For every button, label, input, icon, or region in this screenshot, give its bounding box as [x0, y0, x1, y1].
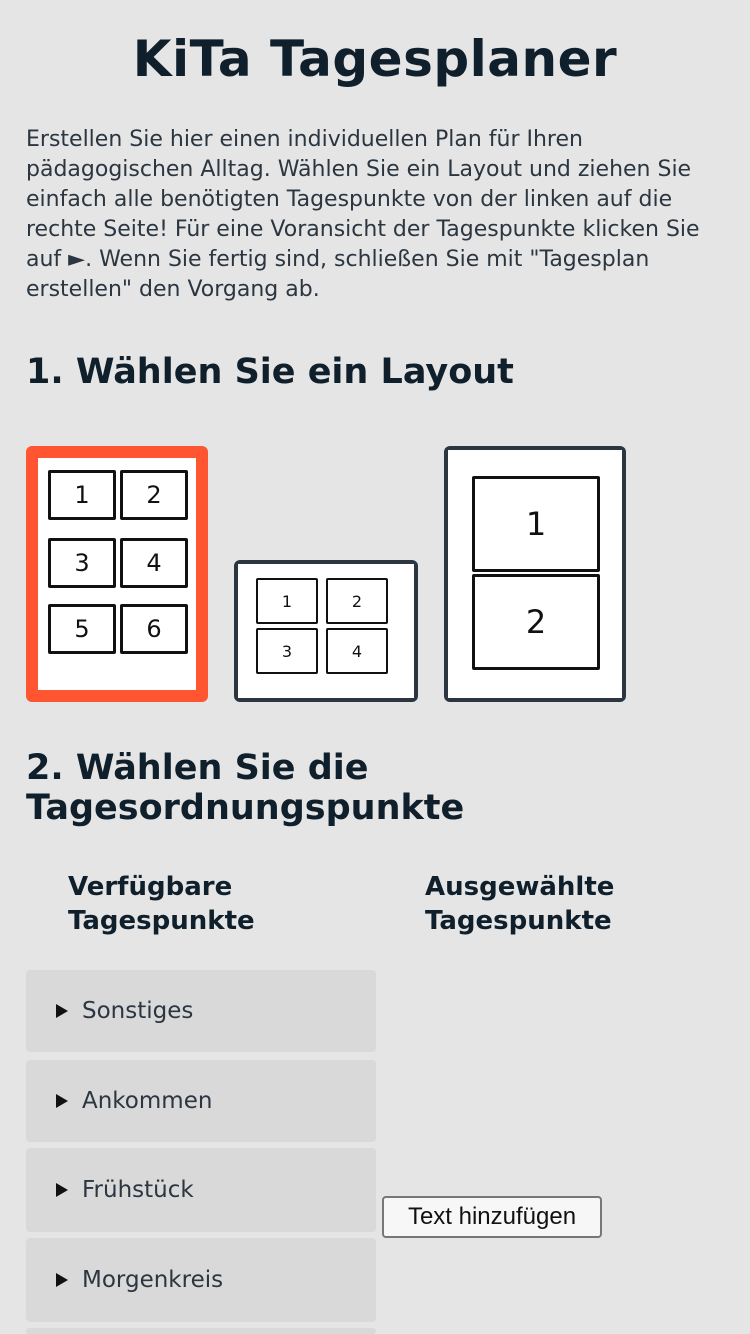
add-text-button[interactable]: Text hinzufügen [382, 1196, 602, 1238]
category-sonstiges[interactable]: Sonstiges [26, 970, 376, 1052]
layout-cell: 1 [472, 476, 600, 572]
layout-cell: 2 [326, 578, 388, 624]
available-items-heading: Verfügbare Tagespunkte [68, 870, 255, 938]
layout-cell: 5 [48, 604, 116, 654]
layout-cell: 4 [326, 628, 388, 674]
available-items-heading-line: Verfügbare [68, 872, 233, 902]
layout-preview: 1 2 3 4 [238, 564, 414, 698]
layout-cell: 2 [120, 470, 188, 520]
triangle-right-icon[interactable] [56, 1094, 68, 1108]
layout-cell: 3 [256, 628, 318, 674]
triangle-right-icon[interactable] [56, 1004, 68, 1018]
category-label: Morgenkreis [82, 1267, 224, 1293]
selected-items-heading-line: Tagespunkte [425, 906, 612, 936]
available-items-heading-line: Tagespunkte [68, 906, 255, 936]
layout-section-heading: 1. Wählen Sie ein Layout [26, 352, 514, 392]
layout-option-six[interactable]: 1 2 3 4 5 6 [26, 446, 208, 702]
intro-text: Erstellen Sie hier einen individuellen P… [26, 127, 700, 302]
category-label: Frühstück [82, 1177, 194, 1203]
layout-cell: 1 [48, 470, 116, 520]
layout-cell: 3 [48, 538, 116, 588]
category-next-partial[interactable] [26, 1328, 376, 1334]
layout-cell: 4 [120, 538, 188, 588]
layout-option-four[interactable]: 1 2 3 4 [234, 560, 418, 702]
layout-cell: 1 [256, 578, 318, 624]
category-label: Sonstiges [82, 998, 194, 1024]
selected-items-heading: Ausgewählte Tagespunkte [425, 870, 614, 938]
triangle-right-icon[interactable] [56, 1273, 68, 1287]
category-label: Ankommen [82, 1088, 213, 1114]
agenda-section-heading: 2. Wählen Sie die Tagesordnungspunkte [26, 748, 465, 828]
category-ankommen[interactable]: Ankommen [26, 1060, 376, 1142]
layout-cell: 2 [472, 574, 600, 670]
selected-items-heading-line: Ausgewählte [425, 872, 615, 902]
category-fruehstueck[interactable]: Frühstück [26, 1148, 376, 1232]
layout-option-two[interactable]: 1 2 [444, 446, 626, 702]
layout-preview: 1 2 3 4 5 6 [38, 458, 196, 690]
triangle-right-icon[interactable] [56, 1183, 68, 1197]
category-morgenkreis[interactable]: Morgenkreis [26, 1238, 376, 1322]
layout-preview: 1 2 [448, 450, 622, 698]
page-title: KiTa Tagesplaner [132, 30, 618, 88]
layout-cell: 6 [120, 604, 188, 654]
